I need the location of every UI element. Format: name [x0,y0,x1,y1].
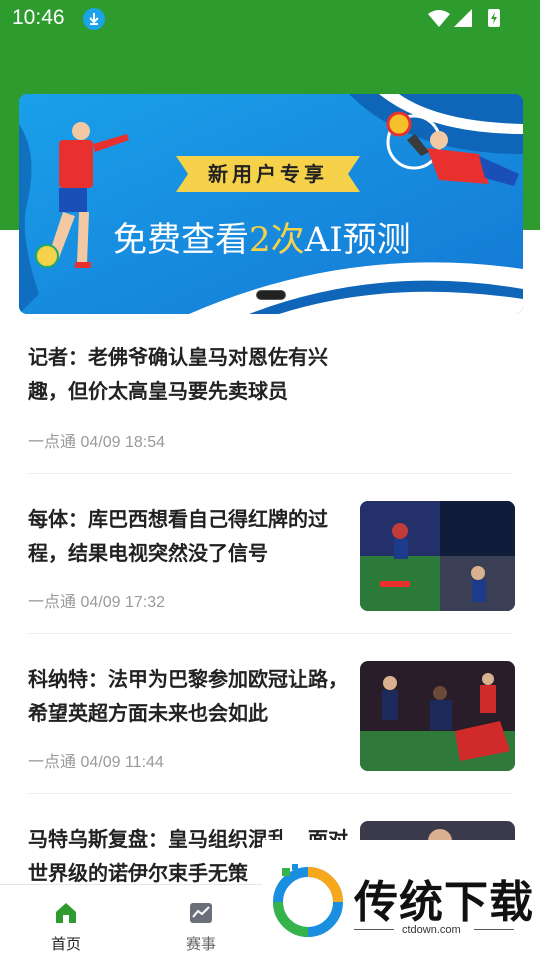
news-title: 科纳特：法甲为巴黎参加欧冠让路，希望英超方面未来也会如此 [28,667,348,725]
nav-item-home[interactable]: 首页 [16,885,116,960]
status-time: 10:46 [12,6,65,29]
divider [28,633,512,634]
chart-icon [190,903,212,923]
news-item[interactable]: 记者：老佛爷确认皇马对恩佐有兴趣，但价太高皇马要先卖球员 一点通 04/09 1… [28,340,512,460]
banner-headline: 免费查看2次AI预测 [113,220,411,260]
banner-tag: 新用户专享 [176,156,360,192]
news-thumbnail[interactable] [360,501,515,611]
watermark: 传统下载 ctdown.com [262,840,540,960]
watermark-url: ctdown.com [402,924,461,936]
home-icon [56,903,76,923]
news-title: 每体：库巴西想看自己得红牌的过程，结果电视突然没了信号 [28,507,328,565]
news-meta: 一点通 04/09 18:54 [28,434,165,451]
status-bar: 10:46 [0,0,540,40]
watermark-logo-icon [273,864,343,937]
news-title: 记者：老佛爷确认皇马对恩佐有兴趣，但价太高皇马要先卖球员 [28,345,328,403]
carousel-indicator[interactable] [256,290,286,300]
nav-item-matches[interactable]: 赛事 [151,885,251,960]
nav-label: 赛事 [185,935,216,953]
download-icon [83,8,105,30]
banner-illustration [19,94,523,314]
news-meta: 一点通 04/09 11:44 [28,754,164,771]
signal-icon [454,9,472,27]
watermark-brand: 传统下载 [354,877,534,928]
divider [28,473,512,474]
nav-label: 首页 [50,935,81,953]
divider [28,793,512,794]
news-meta: 一点通 04/09 17:32 [28,594,165,611]
status-icons [428,9,472,27]
battery-icon [488,9,500,27]
promo-banner[interactable]: 新用户专享 免费查看2次AI预测 [19,94,523,314]
news-thumbnail[interactable] [360,661,515,771]
wifi-icon [428,10,450,27]
